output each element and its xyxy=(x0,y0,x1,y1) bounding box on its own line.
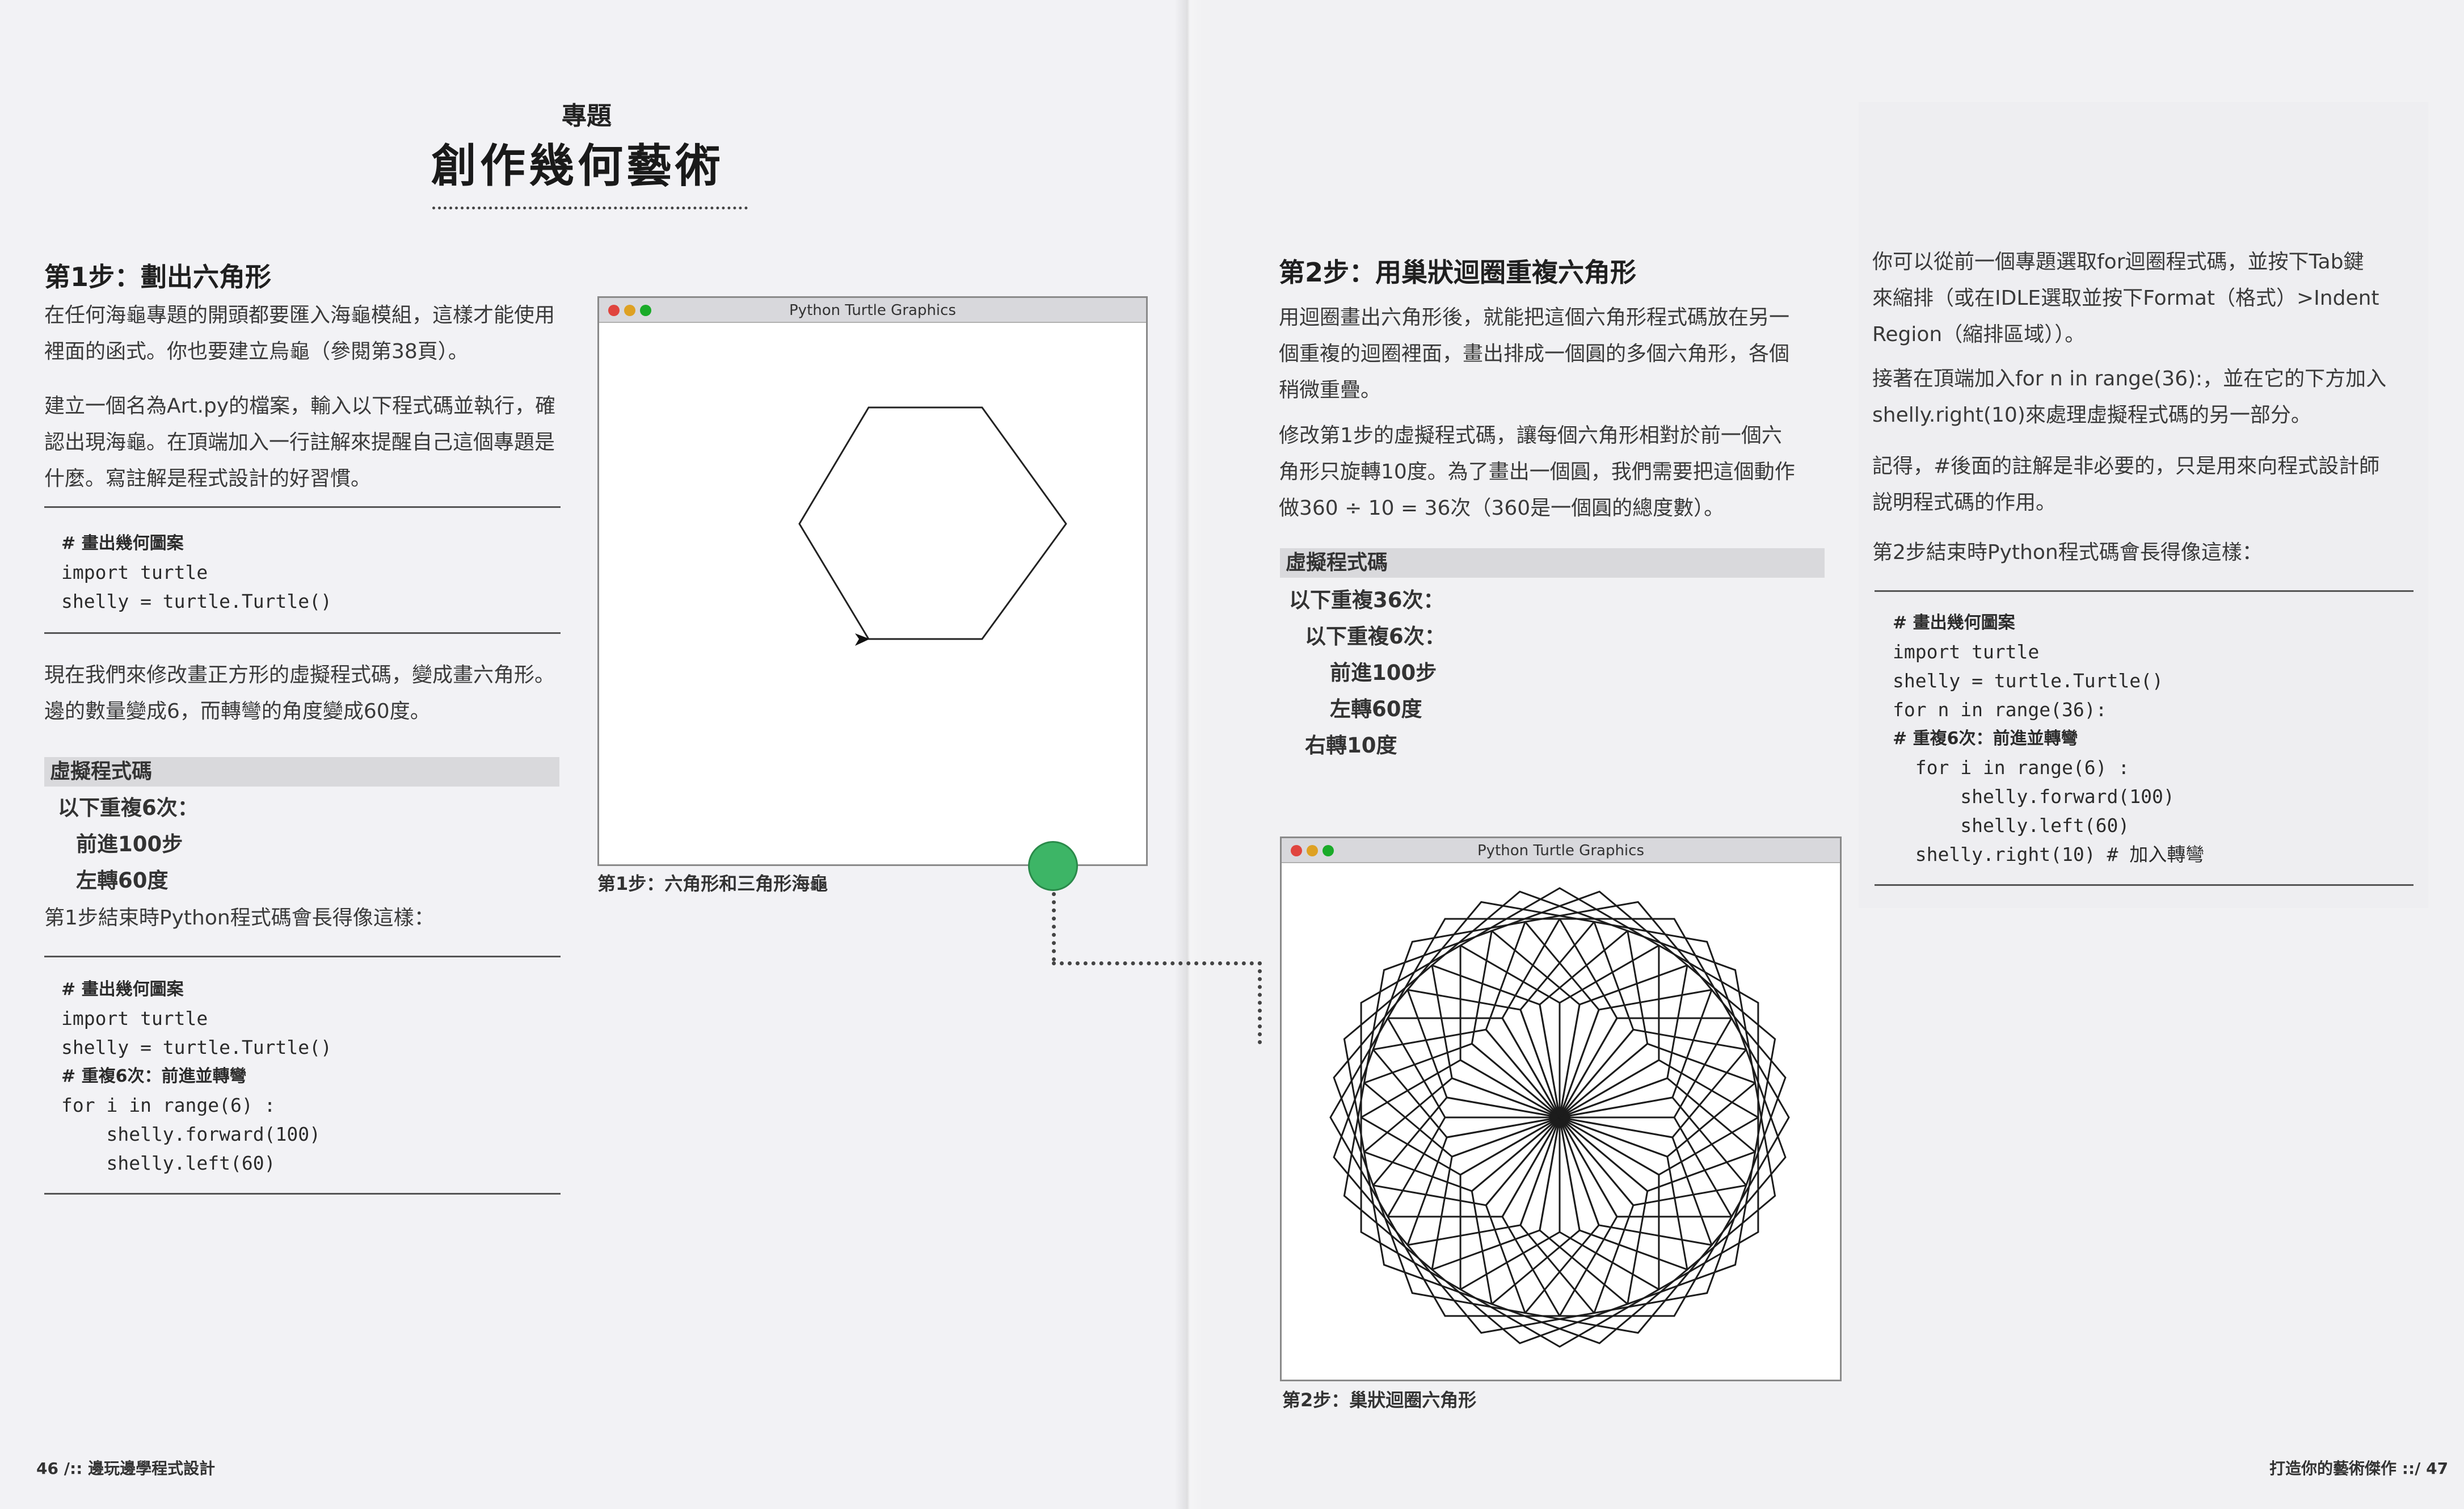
green-connector-dot xyxy=(1028,841,1078,891)
hexagon-shape xyxy=(798,406,1067,640)
code-rule-top xyxy=(44,956,561,957)
file-line: 建立一個名為Art.py的檔案，輸入以下程式碼並執行，確 xyxy=(44,394,556,418)
turtle-window-step2: Python Turtle Graphics xyxy=(1280,837,1842,1381)
code-rule-top xyxy=(1875,590,2414,592)
change-line: 邊的數量變成6，而轉彎的角度變成60度。 xyxy=(44,700,431,723)
connector-dotted-line xyxy=(1052,961,1262,965)
pseudocode-line: 左轉60度 xyxy=(1330,697,1422,721)
step1-heading: 第1步：劃出六角形 xyxy=(44,262,272,292)
pseudocode-line: 右轉10度 xyxy=(1305,733,1397,758)
pseudocode-bar: 虛擬程式碼 xyxy=(44,757,559,787)
pseudocode-heading: 虛擬程式碼 xyxy=(50,760,153,783)
pseudocode-bar: 虛擬程式碼 xyxy=(1280,548,1825,578)
code-comment: # 重複6次：前進並轉彎 xyxy=(61,1066,247,1086)
file-paragraph: 建立一個名為Art.py的檔案，輸入以下程式碼並執行，確 認出現海龜。在頂端加入… xyxy=(44,388,555,497)
code-comment: # 重複6次：前進並轉彎 xyxy=(1893,729,2078,749)
turtle-window-step1: Python Turtle Graphics xyxy=(597,296,1148,866)
pseudocode-line: 前進100步 xyxy=(76,832,183,856)
code-line: for n in range(36): xyxy=(1893,699,2107,721)
para-line: 用迴圈畫出六角形後，就能把這個六角形程式碼放在另一 xyxy=(1279,306,1790,329)
para-line: 你可以從前一個專題選取for迴圈程式碼，並按下Tab鍵 xyxy=(1872,250,2364,274)
figure-caption-step1: 第1步：六角形和三角形海龜 xyxy=(597,873,828,894)
para-line: 角形只旋轉10度。為了畫出一個圓，我們需要把這個動作 xyxy=(1279,460,1795,484)
figure-caption-step2: 第2步：巢狀迴圈六角形 xyxy=(1282,1389,1477,1411)
connector-dotted-line xyxy=(1052,892,1056,961)
book-gutter xyxy=(1174,0,1203,1509)
step2-paragraph-2: 修改第1步的虛擬程式碼，讓每個六角形相對於前一個六 角形只旋轉10度。為了畫出一… xyxy=(1279,418,1795,527)
column-paragraph-3: 記得，#後面的註解是非必要的，只是用來向程式設計師 說明程式碼的作用。 xyxy=(1872,448,2379,521)
code-rule-bottom xyxy=(44,632,561,634)
hexagon-circle-canvas xyxy=(1329,887,1790,1348)
step1-end-line: 第1步結束時Python程式碼會長得像這樣： xyxy=(44,906,435,930)
code-block-1: # 畫出幾何圖案 import turtle shelly = turtle.Tur… xyxy=(61,529,332,616)
code-line: shelly.forward(100) xyxy=(1893,785,2175,808)
code-line: import turtle xyxy=(61,561,208,583)
column-paragraph-2: 接著在頂端加入for n in range(36):，並在它的下方加入 shel… xyxy=(1872,361,2386,434)
para-line: shelly.right(10)來處理虛擬程式碼的另一部分。 xyxy=(1872,403,2311,427)
connector-dotted-line xyxy=(1258,961,1262,1044)
page-title: 創作幾何藝術 xyxy=(431,140,724,192)
para-line: 說明程式碼的作用。 xyxy=(1872,491,2057,514)
para-line: 接著在頂端加入for n in range(36):，並在它的下方加入 xyxy=(1872,367,2387,390)
code-line: shelly = turtle.Turtle() xyxy=(1893,670,2163,692)
para-line: Region（縮排區域））。 xyxy=(1872,323,2086,346)
change-paragraph: 現在我們來修改畫正方形的虛擬程式碼，變成畫六角形。 邊的數量變成6，而轉彎的角度… xyxy=(44,657,555,730)
step2-paragraph-1: 用迴圈畫出六角形後，就能把這個六角形程式碼放在另一 個重複的迴圈裡面，畫出排成一… xyxy=(1279,300,1789,409)
code-line: shelly = turtle.Turtle() xyxy=(61,590,332,612)
code-comment: # 畫出幾何圖案 xyxy=(61,980,184,999)
para-line: 來縮排（或在IDLE選取並按下Format（格式）>Indent xyxy=(1872,287,2379,310)
code-rule-bottom xyxy=(44,1193,561,1195)
pseudocode-line: 以下重複6次： xyxy=(1305,624,1446,649)
para-line: 修改第1步的虛擬程式碼，讓每個六角形相對於前一個六 xyxy=(1279,424,1782,447)
title-dotted-rule xyxy=(432,207,748,209)
code-block-3: # 畫出幾何圖案 import turtle shelly = turtle.Tur… xyxy=(1893,608,2204,869)
project-kicker: 專題 xyxy=(562,102,612,131)
step2-heading: 第2步：用巢狀迴圈重複六角形 xyxy=(1279,257,1637,288)
file-line: 認出現海龜。在頂端加入一行註解來提醒自己這個專題是 xyxy=(44,431,555,454)
code-comment: # 畫出幾何圖案 xyxy=(61,533,184,553)
pseudocode-line: 以下重複6次： xyxy=(58,796,199,820)
page-footer-right: 打造你的藝術傑作 ::/ 47 xyxy=(2269,1459,2449,1478)
para-line: 稍微重疊。 xyxy=(1279,379,1381,402)
code-block-2: # 畫出幾何圖案 import turtle shelly = turtle.Tur… xyxy=(61,975,332,1178)
code-line: import turtle xyxy=(1893,641,2040,663)
hexagon-canvas xyxy=(798,406,1067,646)
intro-line: 在任何海龜專題的開頭都要匯入海龜模組，這樣才能使用 xyxy=(44,304,555,327)
code-line: shelly = turtle.Turtle() xyxy=(61,1036,332,1058)
page-footer-left: 46 /:: 邊玩邊學程式設計 xyxy=(36,1459,216,1478)
turtle-arrow-icon xyxy=(855,633,870,646)
code-line: for i in range(6) : xyxy=(61,1094,276,1116)
code-line: for i in range(6) : xyxy=(1893,756,2130,779)
intro-line: 裡面的函式。你也要建立烏龜（參閱第38頁）。 xyxy=(44,340,469,363)
para-line: 個重複的迴圈裡面，畫出排成一個圓的多個六角形，各個 xyxy=(1279,342,1790,365)
pseudocode-line: 左轉60度 xyxy=(76,868,169,893)
code-line: shelly.right(10) # 加入轉彎 xyxy=(1893,843,2205,865)
step2-end-line: 第2步結束時Python程式碼會長得像這樣： xyxy=(1872,541,2263,564)
pseudocode-line: 前進100步 xyxy=(1330,661,1437,685)
change-line: 現在我們來修改畫正方形的虛擬程式碼，變成畫六角形。 xyxy=(44,663,555,687)
code-line: shelly.forward(100) xyxy=(61,1123,321,1145)
para-line: 做360 ÷ 10 = 36次（360是一個圓的總度數）。 xyxy=(1279,497,1725,520)
code-comment: # 畫出幾何圖案 xyxy=(1893,613,2015,633)
pseudocode-heading: 虛擬程式碼 xyxy=(1286,551,1388,574)
intro-paragraph: 在任何海龜專題的開頭都要匯入海龜模組，這樣才能使用 裡面的函式。你也要建立烏龜（… xyxy=(44,297,555,370)
code-rule-top xyxy=(44,506,561,508)
code-line: shelly.left(60) xyxy=(61,1152,276,1174)
para-line: 記得，#後面的註解是非必要的，只是用來向程式設計師 xyxy=(1872,455,2380,478)
code-rule-bottom xyxy=(1875,884,2414,886)
column-paragraph-1: 你可以從前一個專題選取for迴圈程式碼，並按下Tab鍵 來縮排（或在IDLE選取… xyxy=(1872,244,2379,353)
file-line: 什麼。寫註解是程式設計的好習慣。 xyxy=(44,467,372,490)
code-line: import turtle xyxy=(61,1007,208,1029)
code-line: shelly.left(60) xyxy=(1893,814,2130,837)
pseudocode-line: 以下重複36次： xyxy=(1289,588,1444,612)
